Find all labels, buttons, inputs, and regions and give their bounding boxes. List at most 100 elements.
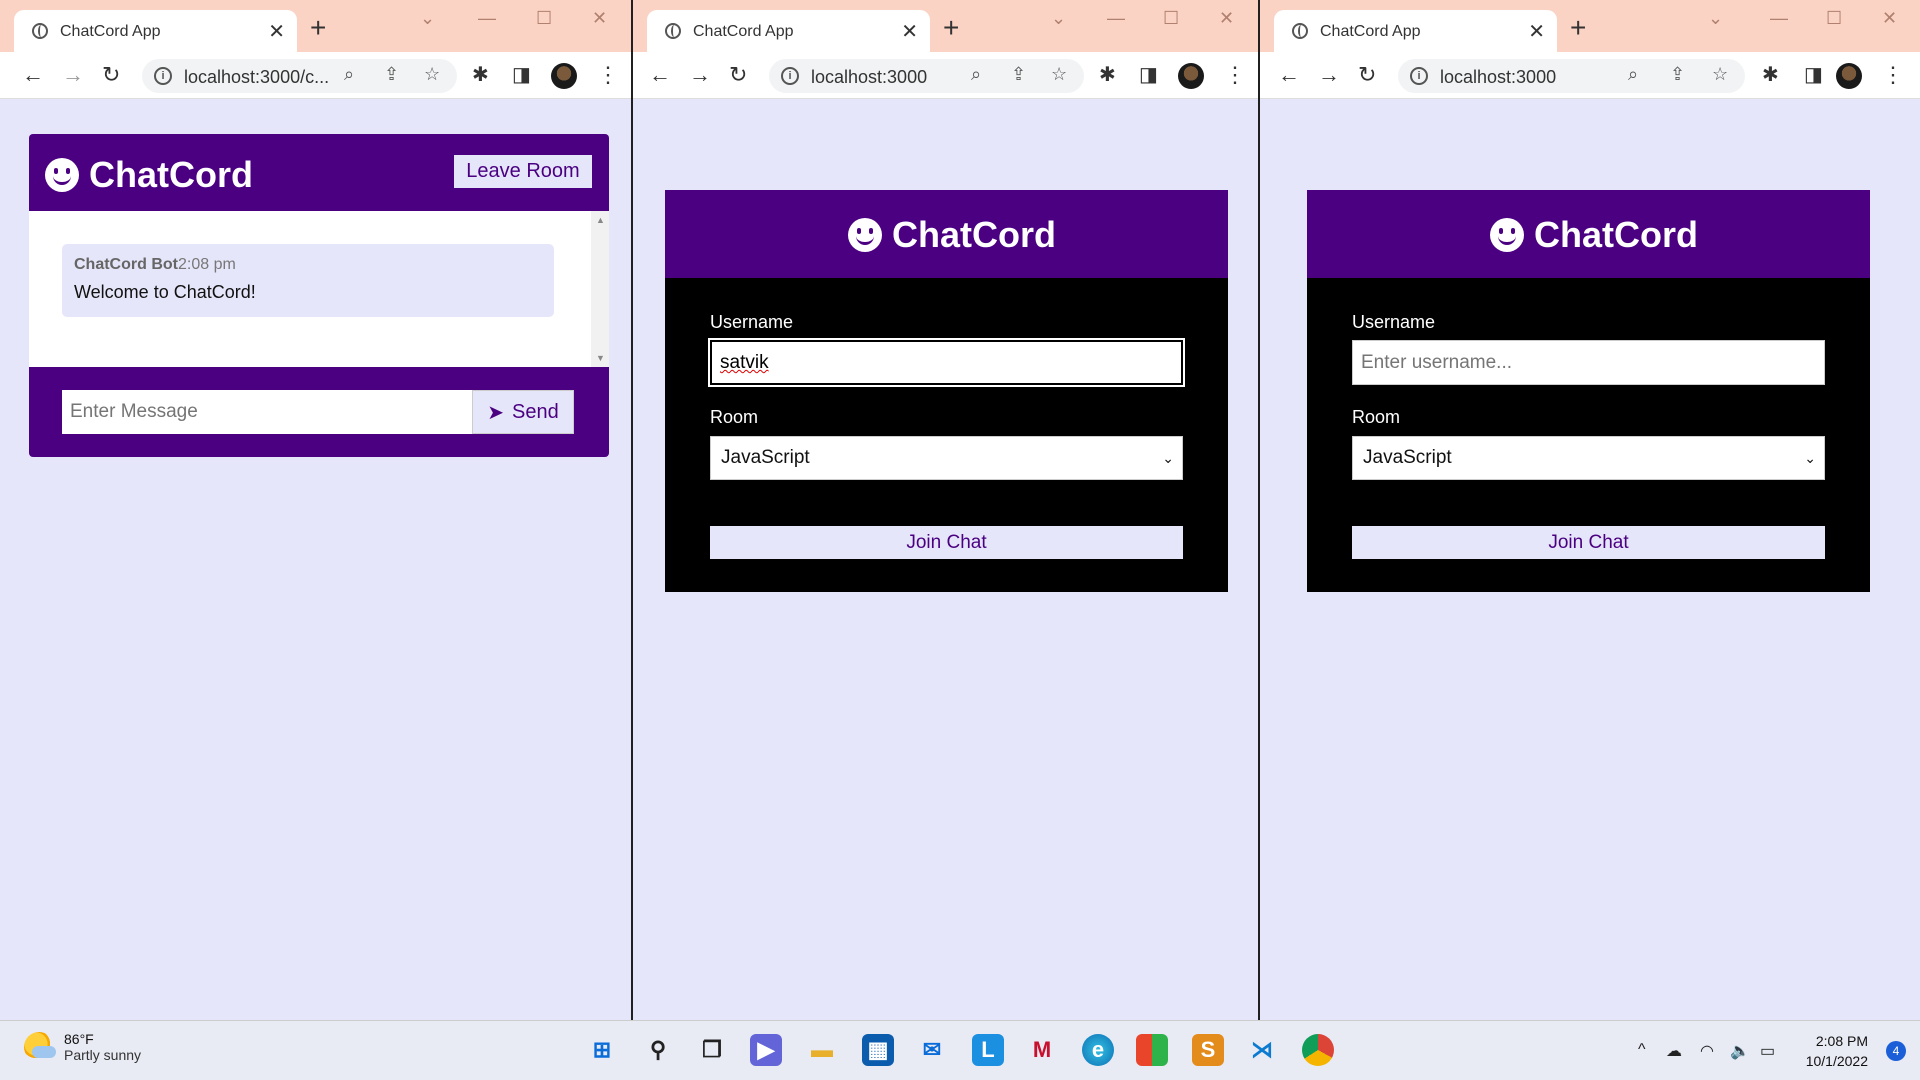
close-window-button[interactable]: ✕ [1882,8,1897,29]
globe-icon [1292,23,1308,39]
browser-tab[interactable]: ChatCord App ✕ [647,10,930,52]
site-info-icon[interactable]: i [1410,67,1428,85]
edge-icon[interactable]: e [1082,1034,1114,1066]
close-tab-icon[interactable]: ✕ [268,19,285,44]
bookmark-star-icon[interactable]: ☆ [424,64,440,85]
menu-icon[interactable]: ⋮ [1882,62,1904,88]
back-icon[interactable]: ← [1278,62,1300,88]
side-panel-icon[interactable]: ◨ [1139,62,1158,88]
site-info-icon[interactable]: i [154,67,172,85]
reload-icon[interactable]: ↻ [729,62,747,88]
file-explorer-icon[interactable]: ▬ [806,1034,838,1066]
message-input[interactable] [62,390,472,434]
minimize-button[interactable]: — [478,8,496,29]
bookmark-star-icon[interactable]: ☆ [1051,64,1067,85]
show-hidden-icons-icon[interactable]: ^ [1638,1041,1646,1059]
side-panel-icon[interactable]: ◨ [1804,62,1823,88]
weather-widget[interactable]: 86°F Partly sunny [24,1031,141,1063]
extensions-icon[interactable]: ✱ [472,62,489,88]
search-icon[interactable]: ⚲ [642,1034,674,1066]
menu-icon[interactable]: ⋮ [1224,62,1246,88]
maximize-button[interactable]: ☐ [536,8,552,29]
mcafee-icon[interactable]: M [1026,1034,1058,1066]
share-icon[interactable]: ⇪ [1670,64,1685,85]
profile-avatar[interactable] [1836,63,1862,89]
room-select[interactable]: JavaScript ⌄ [1352,436,1825,480]
battery-icon[interactable]: ▭ [1760,1041,1775,1061]
reload-icon[interactable]: ↻ [102,62,120,88]
join-chat-button[interactable]: Join Chat [710,526,1183,559]
leave-room-button[interactable]: Leave Room [454,155,592,188]
weather-desc: Partly sunny [64,1047,142,1063]
zoom-icon[interactable]: ⌕ [971,64,981,85]
start-icon[interactable]: ⊞ [586,1034,618,1066]
maximize-button[interactable]: ☐ [1163,8,1179,29]
new-tab-button[interactable]: + [943,12,959,44]
join-header: ChatCord [665,190,1228,278]
zoom-icon[interactable]: ⌕ [344,64,354,85]
vscode-icon[interactable]: ⋊ [1246,1034,1278,1066]
site-info-icon[interactable]: i [781,67,799,85]
minimize-button[interactable]: — [1107,8,1125,29]
chat-messages[interactable]: ChatCord Bot2:08 pm Welcome to ChatCord!… [29,211,609,367]
close-window-button[interactable]: ✕ [592,8,607,29]
tab-search-icon[interactable]: ⌄ [420,8,435,29]
side-panel-icon[interactable]: ◨ [512,62,531,88]
bookmark-star-icon[interactable]: ☆ [1712,64,1728,85]
username-input[interactable] [1352,340,1825,385]
chrome-icon[interactable] [1302,1034,1334,1066]
onedrive-icon[interactable]: ☁ [1666,1041,1682,1061]
mail-icon[interactable]: ✉ [916,1034,948,1066]
maximize-button[interactable]: ☐ [1826,8,1842,29]
share-icon[interactable]: ⇪ [1011,64,1026,85]
notification-badge[interactable]: 4 [1886,1041,1906,1061]
room-select[interactable]: JavaScript ⌄ [710,436,1183,480]
chat-message: ChatCord Bot2:08 pm Welcome to ChatCord! [62,244,554,317]
back-icon[interactable]: ← [22,62,44,88]
scroll-up-icon[interactable]: ▲ [596,215,605,225]
new-tab-button[interactable]: + [310,12,326,44]
username-input[interactable]: satvik [708,338,1185,387]
zoom-icon[interactable]: ⌕ [1628,64,1638,85]
tab-search-icon[interactable]: ⌄ [1708,8,1723,29]
new-tab-button[interactable]: + [1570,12,1586,44]
address-bar[interactable]: i localhost:3000 ⌕ ⇪ ☆ [1398,59,1745,93]
task-view-icon[interactable]: ❐ [696,1034,728,1066]
profile-avatar[interactable] [1178,63,1204,89]
l-app-icon[interactable]: L [972,1034,1004,1066]
browser-tab[interactable]: ChatCord App ✕ [1274,10,1557,52]
join-chat-button[interactable]: Join Chat [1352,526,1825,559]
chat-icon[interactable]: ▶ [750,1034,782,1066]
menu-icon[interactable]: ⋮ [597,62,619,88]
browser-window-join-filled: ChatCord App ✕ + ⌄ — ☐ ✕ ← → ↻ i localho… [633,0,1260,1020]
volume-icon[interactable]: 🔈 [1730,1041,1750,1061]
profile-avatar[interactable] [551,63,577,89]
close-tab-icon[interactable]: ✕ [901,19,918,44]
tab-title: ChatCord App [1320,23,1421,40]
system-clock[interactable]: 2:08 PM 10/1/2022 [1806,1031,1868,1071]
reload-icon[interactable]: ↻ [1358,62,1376,88]
forward-icon[interactable]: → [689,62,711,88]
browser-toolbar: ← → ↻ i localhost:3000 ⌕ ⇪ ☆ ✱ ◨ ⋮ [1260,52,1920,99]
tab-search-icon[interactable]: ⌄ [1051,8,1066,29]
close-tab-icon[interactable]: ✕ [1528,19,1545,44]
back-icon[interactable]: ← [649,62,671,88]
extensions-icon[interactable]: ✱ [1099,62,1116,88]
store-icon[interactable]: ▦ [862,1034,894,1066]
forward-icon[interactable]: → [1318,62,1340,88]
close-window-button[interactable]: ✕ [1219,8,1234,29]
minimize-button[interactable]: — [1770,8,1788,29]
office-icon[interactable] [1136,1034,1168,1066]
forward-icon[interactable]: → [62,62,84,88]
send-button[interactable]: ➤ Send [472,390,574,434]
address-bar[interactable]: i localhost:3000/c... ⌕ ⇪ ☆ [142,59,457,93]
address-bar[interactable]: i localhost:3000 ⌕ ⇪ ☆ [769,59,1084,93]
share-icon[interactable]: ⇪ [384,64,399,85]
wifi-icon[interactable]: ◠ [1700,1041,1714,1061]
messages-scrollbar[interactable]: ▲ ▼ [591,211,609,367]
extensions-icon[interactable]: ✱ [1762,62,1779,88]
browser-tab[interactable]: ChatCord App ✕ [14,10,297,52]
chat-header: ChatCord Leave Room [29,134,609,211]
scroll-down-icon[interactable]: ▼ [596,353,605,363]
sublime-icon[interactable]: S [1192,1034,1224,1066]
